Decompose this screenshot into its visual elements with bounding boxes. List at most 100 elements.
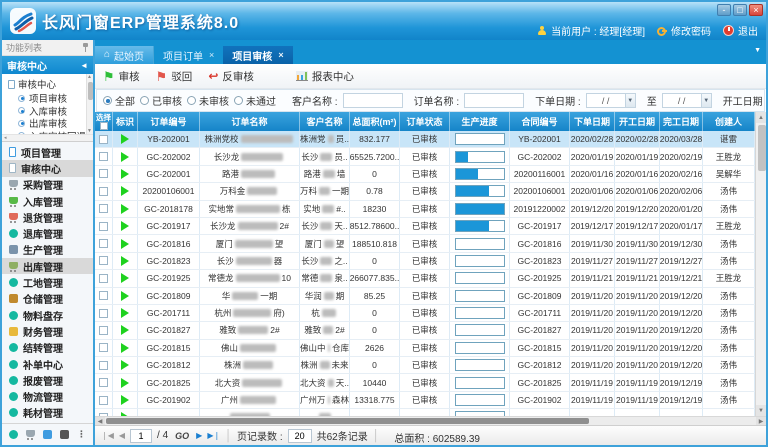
teal-circle-icon[interactable] bbox=[9, 430, 18, 439]
close-tab-icon[interactable]: × bbox=[278, 50, 283, 60]
sidebar-item-8[interactable]: 工地管理 bbox=[2, 274, 93, 290]
sidebar-item-11[interactable]: 财务管理 bbox=[2, 323, 93, 339]
column-header-1[interactable]: 标识 bbox=[113, 112, 138, 131]
sidebar-item-10[interactable]: 物料盘存 bbox=[2, 307, 93, 323]
blue-flag-icon[interactable] bbox=[43, 430, 52, 439]
row-checkbox[interactable] bbox=[99, 378, 108, 387]
audit-panel-header[interactable]: 审核中心 ◄ bbox=[2, 56, 93, 74]
table-row[interactable]: GC-201816厦门望厦门望188510.818已审核GC-201816201… bbox=[95, 235, 755, 252]
last-page-button[interactable]: ▶❘ bbox=[207, 432, 220, 440]
status-radio-3[interactable]: 未通过 bbox=[234, 93, 276, 108]
row-checkbox[interactable] bbox=[99, 169, 108, 178]
scroll-left-icon[interactable]: ◀ bbox=[95, 417, 105, 425]
table-row[interactable]: GC-201815佛山佛山中仓库2626已审核GC-2018152019/11/… bbox=[95, 340, 755, 357]
tree-item-0[interactable]: 项目审核 bbox=[18, 92, 93, 105]
column-header-0[interactable]: 选择 bbox=[95, 112, 113, 131]
tab-项目审核[interactable]: 项目审核× bbox=[223, 46, 292, 64]
sidebar-item-16[interactable]: 耗材管理 bbox=[2, 405, 93, 421]
row-checkbox[interactable] bbox=[99, 222, 108, 231]
go-button[interactable]: GO bbox=[175, 431, 189, 441]
logout-link[interactable]: 退出 bbox=[723, 23, 758, 38]
sidebar-item-14[interactable]: 报废管理 bbox=[2, 372, 93, 388]
table-row[interactable]: GC-201809华一期华润期85.25已审核GC-2018092019/11/… bbox=[95, 288, 755, 305]
table-row[interactable]: GC-201902广州广州万森林13318.775已审核GC-201902201… bbox=[95, 392, 755, 409]
row-checkbox[interactable] bbox=[99, 326, 108, 335]
tree-scroll-thumb[interactable] bbox=[88, 82, 93, 100]
sidebar-item-3[interactable]: 入库管理 bbox=[2, 193, 93, 209]
table-row[interactable]: GC-201711杭州府)杭0已审核GC-2017112019/11/20201… bbox=[95, 305, 755, 322]
tree-scroll-up-icon[interactable]: ▲ bbox=[86, 74, 93, 81]
horizontal-scroll-thumb[interactable] bbox=[106, 418, 589, 424]
scroll-up-icon[interactable]: ▲ bbox=[756, 112, 766, 123]
tab-项目订单[interactable]: 项目订单× bbox=[154, 46, 223, 64]
column-header-4[interactable]: 客户名称 bbox=[300, 112, 350, 131]
sidebar-item-12[interactable]: 结转管理 bbox=[2, 340, 93, 356]
sidebar-item-7[interactable]: 出库管理 bbox=[2, 258, 93, 274]
maximize-button[interactable]: □ bbox=[733, 4, 747, 16]
minimize-button[interactable]: - bbox=[717, 4, 731, 16]
row-checkbox[interactable] bbox=[99, 204, 108, 213]
next-page-button[interactable]: ▶ bbox=[196, 432, 202, 440]
table-row[interactable]: GC-201917长沙龙2#长沙天..8512.78600..已审核GC-201… bbox=[95, 218, 755, 235]
date-dropdown-icon[interactable]: ▼ bbox=[701, 94, 711, 107]
table-row[interactable]: 20200106001万科金万科一期0.78已审核202001060012020… bbox=[95, 183, 755, 200]
table-row[interactable] bbox=[95, 409, 755, 416]
row-checkbox[interactable] bbox=[99, 135, 108, 144]
table-row[interactable]: GC-201925常德龙10常德泉..266077.835..已审核GC-201… bbox=[95, 270, 755, 287]
toolbar-button-驳回[interactable]: ⚑驳回 bbox=[156, 69, 193, 84]
grid-horizontal-scrollbar[interactable]: ◀ ▶ bbox=[95, 416, 766, 425]
page-input[interactable] bbox=[130, 429, 152, 443]
close-button[interactable]: × bbox=[749, 4, 763, 16]
row-checkbox[interactable] bbox=[99, 396, 108, 405]
row-checkbox[interactable] bbox=[99, 239, 108, 248]
row-checkbox[interactable] bbox=[99, 291, 108, 300]
table-row[interactable]: GC-202002长沙龙长沙员..65525.7200..已审核GC-20200… bbox=[95, 148, 755, 165]
scroll-right-icon[interactable]: ▶ bbox=[756, 417, 766, 425]
vertical-scroll-thumb[interactable] bbox=[758, 125, 766, 171]
column-header-12[interactable]: 创建人 bbox=[703, 112, 755, 131]
grid-vertical-scrollbar[interactable]: ▲ ▼ bbox=[755, 112, 766, 416]
table-row[interactable]: GC-201825北大资北大资天..10440已审核GC-2018252019/… bbox=[95, 374, 755, 391]
close-tab-icon[interactable]: × bbox=[209, 50, 214, 60]
more-icon[interactable]: ⋮ bbox=[77, 429, 86, 440]
table-row[interactable]: GC-201823长沙器长沙之..0已审核GC-2018232019/11/27… bbox=[95, 253, 755, 270]
tree-item-1[interactable]: 入库审核 bbox=[18, 105, 93, 118]
row-checkbox[interactable] bbox=[99, 309, 108, 318]
column-header-10[interactable]: 开工日期 bbox=[615, 112, 660, 131]
sidebar-item-0[interactable]: 项目管理 bbox=[2, 144, 93, 160]
status-radio-1[interactable]: 已审核 bbox=[140, 93, 182, 108]
row-checkbox[interactable] bbox=[99, 152, 108, 161]
table-row[interactable]: GC-202001路港路港墙0已审核202001160012020/01/162… bbox=[95, 166, 755, 183]
sidebar-item-1[interactable]: 审核中心 bbox=[2, 160, 93, 176]
sidebar-item-13[interactable]: 补单中心 bbox=[2, 356, 93, 372]
sidebar-item-9[interactable]: 仓储管理 bbox=[2, 291, 93, 307]
sidebar-item-6[interactable]: 生产管理 bbox=[2, 242, 93, 258]
table-row[interactable]: GC-2018178实地常栋实地#..18230已审核2019122000220… bbox=[95, 201, 755, 218]
row-checkbox[interactable] bbox=[99, 274, 108, 283]
tree-horizontal-scrollbar[interactable]: ◂ bbox=[2, 134, 93, 141]
collapse-icon[interactable]: ◄ bbox=[80, 61, 88, 70]
cart-icon[interactable] bbox=[26, 430, 35, 437]
table-row[interactable]: YB-202001株洲党校株洲党员..832.177已审核YB-20200120… bbox=[95, 131, 755, 148]
row-checkbox[interactable] bbox=[99, 256, 108, 265]
tab-overflow-chevron-icon[interactable]: ▼ bbox=[754, 47, 761, 54]
page-size-input[interactable] bbox=[288, 429, 312, 443]
sidebar-item-15[interactable]: 物流管理 bbox=[2, 388, 93, 404]
tree-item-2[interactable]: 出库审核 bbox=[18, 117, 93, 130]
tree-root-audit-center[interactable]: 审核中心 bbox=[2, 74, 93, 92]
row-checkbox[interactable] bbox=[99, 187, 108, 196]
date-dropdown-icon[interactable]: ▼ bbox=[625, 94, 635, 107]
row-checkbox[interactable] bbox=[99, 343, 108, 352]
tab-起始页[interactable]: ⌂起始页 bbox=[95, 46, 154, 64]
toolbar-button-报表中心[interactable]: 报表中心 bbox=[296, 69, 354, 84]
sidebar-item-4[interactable]: 退货管理 bbox=[2, 209, 93, 225]
column-header-5[interactable]: 总面积(m²) bbox=[350, 112, 400, 131]
toolbar-button-反审核[interactable]: ↩反审核 bbox=[208, 69, 254, 84]
table-row[interactable]: GC-201812株洲株洲未来0已审核GC-2018122019/11/2020… bbox=[95, 357, 755, 374]
toolbar-button-审核[interactable]: ⚑审核 bbox=[103, 69, 140, 84]
change-password-link[interactable]: 修改密码 bbox=[657, 23, 711, 38]
scroll-down-icon[interactable]: ▼ bbox=[756, 405, 766, 416]
sidebar-item-2[interactable]: 采购管理 bbox=[2, 177, 93, 193]
customer-name-input[interactable] bbox=[343, 93, 403, 108]
book-icon[interactable] bbox=[60, 430, 69, 439]
